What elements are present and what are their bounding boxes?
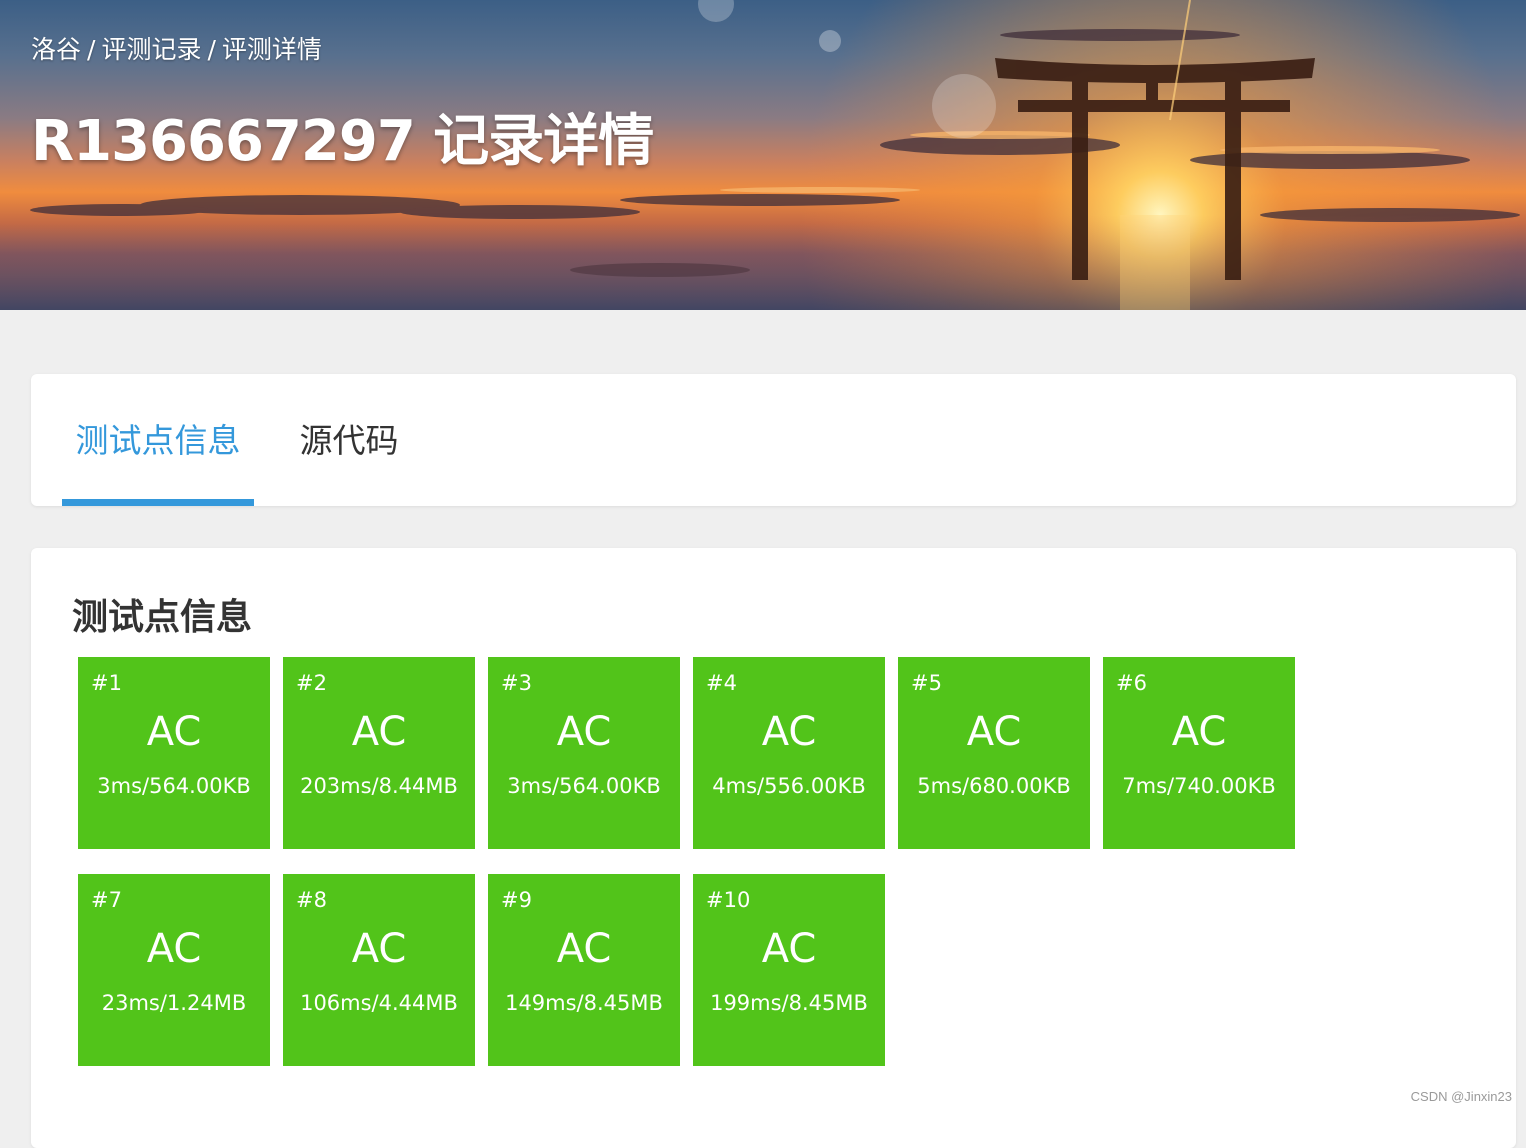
testcase-status: AC (761, 926, 817, 972)
testcase-box[interactable]: #4 AC 4ms/556.00KB (693, 657, 885, 849)
testcase-status: AC (146, 926, 202, 972)
testcase-time-memory: 3ms/564.00KB (507, 774, 661, 798)
tab-source-code[interactable]: 源代码 (289, 374, 409, 506)
testcase-box[interactable]: #3 AC 3ms/564.00KB (488, 657, 680, 849)
breadcrumb-item-current: 评测详情 (221, 35, 322, 64)
testcase-id: #9 (501, 888, 532, 912)
testcase-status: AC (966, 709, 1022, 755)
testcase-time-memory: 149ms/8.45MB (505, 991, 663, 1015)
testcase-id: #6 (1116, 671, 1147, 695)
tab-testcase-info[interactable]: 测试点信息 (62, 374, 254, 506)
testcase-box[interactable]: #10 AC 199ms/8.45MB (693, 874, 885, 1066)
section-title: 测试点信息 (72, 597, 253, 638)
testcase-id: #7 (91, 888, 122, 912)
testcase-box[interactable]: #1 AC 3ms/564.00KB (78, 657, 270, 849)
testcase-status: AC (146, 709, 202, 755)
testcase-time-memory: 5ms/680.00KB (917, 774, 1071, 798)
testcase-status: AC (351, 926, 407, 972)
testcase-box[interactable]: #5 AC 5ms/680.00KB (898, 657, 1090, 849)
breadcrumb-item-luogu[interactable]: 洛谷 (31, 35, 81, 64)
testcase-id: #8 (296, 888, 327, 912)
tabs-card: 测试点信息 源代码 (31, 374, 1516, 506)
testcase-box[interactable]: #9 AC 149ms/8.45MB (488, 874, 680, 1066)
breadcrumb-separator: / (207, 35, 216, 64)
page-title: R136667297 记录详情 (31, 109, 654, 174)
header-banner: 洛谷 / 评测记录 / 评测详情 R136667297 记录详情 (0, 0, 1526, 310)
testcase-status: AC (556, 709, 612, 755)
testcase-card: 测试点信息 #1 AC 3ms/564.00KB #2 AC 203ms/8.44MB #3… (31, 548, 1516, 1148)
testcase-time-memory: 203ms/8.44MB (300, 774, 458, 798)
testcase-time-memory: 23ms/1.24MB (101, 991, 247, 1015)
testcase-id: #5 (911, 671, 942, 695)
testcase-id: #2 (296, 671, 327, 695)
testcase-id: #10 (706, 888, 751, 912)
testcase-id: #1 (91, 671, 122, 695)
testcase-status: AC (556, 926, 612, 972)
active-tab-indicator (62, 499, 254, 506)
testcase-box[interactable]: #7 AC 23ms/1.24MB (78, 874, 270, 1066)
testcase-time-memory: 3ms/564.00KB (97, 774, 251, 798)
testcase-status: AC (761, 709, 817, 755)
testcase-box[interactable]: #6 AC 7ms/740.00KB (1103, 657, 1295, 849)
testcase-box[interactable]: #2 AC 203ms/8.44MB (283, 657, 475, 849)
testcase-time-memory: 106ms/4.44MB (300, 991, 458, 1015)
breadcrumb-separator: / (87, 35, 96, 64)
testcase-id: #4 (706, 671, 737, 695)
testcase-time-memory: 4ms/556.00KB (712, 774, 866, 798)
testcase-box[interactable]: #8 AC 106ms/4.44MB (283, 874, 475, 1066)
testcase-time-memory: 7ms/740.00KB (1122, 774, 1276, 798)
testcase-status: AC (1171, 709, 1227, 755)
watermark: CSDN @Jinxin23 (1410, 1089, 1512, 1104)
testcase-status: AC (351, 709, 407, 755)
breadcrumb: 洛谷 / 评测记录 / 评测详情 (31, 30, 322, 66)
breadcrumb-item-records[interactable]: 评测记录 (101, 35, 201, 64)
testcase-time-memory: 199ms/8.45MB (710, 991, 868, 1015)
testcase-id: #3 (501, 671, 532, 695)
